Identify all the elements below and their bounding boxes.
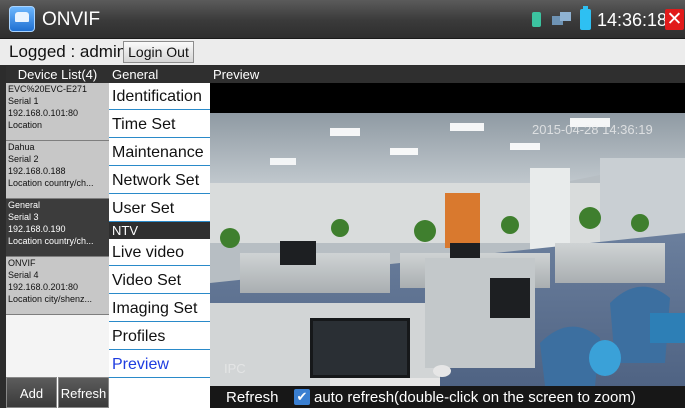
device-item[interactable]: EVC%20EVC-E271 Serial 1 192.168.0.101:80… xyxy=(6,83,109,141)
title-bar: ONVIF 14:36:18 ✕ xyxy=(0,0,685,39)
device-address: 192.168.0.201:80 xyxy=(8,282,79,292)
auto-refresh-label: auto refresh(double-click on the screen … xyxy=(314,389,636,406)
menu-item-network-set[interactable]: Network Set xyxy=(109,167,210,194)
camera-watermark: IPC xyxy=(224,361,246,376)
menu-header-ntv: NTV xyxy=(109,222,210,239)
refresh-preview-button[interactable]: Refresh xyxy=(226,388,279,408)
camera-feed-image xyxy=(210,113,685,386)
menu-item-preview[interactable]: Preview xyxy=(109,351,210,378)
device-serial: Serial 1 xyxy=(8,96,39,106)
close-icon[interactable]: ✕ xyxy=(665,9,684,30)
device-serial: Serial 3 xyxy=(8,212,39,222)
menu-item-video-set[interactable]: Video Set xyxy=(109,267,210,294)
camera-timestamp: 2015-04-28 14:36:19 xyxy=(532,122,653,137)
device-item-selected[interactable]: General Serial 3 192.168.0.190 Location … xyxy=(6,199,109,257)
device-list: EVC%20EVC-E271 Serial 1 192.168.0.101:80… xyxy=(6,83,109,377)
menu-header-general: General xyxy=(109,66,210,83)
device-location: Location city/shenz... xyxy=(8,294,93,304)
battery-icon xyxy=(580,6,591,30)
device-serial: Serial 2 xyxy=(8,154,39,164)
login-bar: Logged : admin Login Out xyxy=(0,39,685,65)
add-device-button[interactable]: Add xyxy=(6,377,57,408)
refresh-devices-button[interactable]: Refresh xyxy=(58,377,109,408)
device-list-actions: Add Refresh xyxy=(6,377,109,408)
menu-item-imaging-set[interactable]: Imaging Set xyxy=(109,295,210,322)
device-location: Location country/ch... xyxy=(8,178,94,188)
login-out-button[interactable]: Login Out xyxy=(123,41,194,63)
preview-header: Preview xyxy=(210,66,685,83)
device-address: 192.168.0.188 xyxy=(8,166,66,176)
network-icon xyxy=(552,12,572,26)
device-location: Location xyxy=(8,120,43,130)
device-name: General xyxy=(8,200,41,210)
device-item[interactable]: ONVIF Serial 4 192.168.0.201:80 Location… xyxy=(6,257,109,315)
menu-item-user-set[interactable]: User Set xyxy=(109,195,210,222)
device-location: Location country/ch... xyxy=(8,236,94,246)
menu-item-maintenance[interactable]: Maintenance xyxy=(109,139,210,166)
preview-video-area[interactable]: 2015-04-28 14:36:19 IPC xyxy=(210,83,685,386)
signal-icon xyxy=(532,12,541,27)
login-status-text: Logged : admin xyxy=(9,42,127,61)
preview-controls: Refresh ✔ auto refresh(double-click on t… xyxy=(210,386,685,408)
device-item[interactable]: Dahua Serial 2 192.168.0.188 Location co… xyxy=(6,141,109,199)
status-clock: 14:36:18 xyxy=(597,10,668,30)
device-address: 192.168.0.101:80 xyxy=(8,108,79,118)
menu-item-identification[interactable]: Identification xyxy=(109,83,210,110)
menu-item-live-video[interactable]: Live video xyxy=(109,239,210,266)
device-serial: Serial 4 xyxy=(8,270,39,280)
menu-item-time-set[interactable]: Time Set xyxy=(109,111,210,138)
device-list-header: Device List(4) xyxy=(6,66,109,83)
app-title: ONVIF xyxy=(42,9,101,30)
device-name: ONVIF xyxy=(8,258,36,268)
device-name: Dahua xyxy=(8,142,35,152)
device-address: 192.168.0.190 xyxy=(8,224,66,234)
device-name: EVC%20EVC-E271 xyxy=(8,84,88,94)
auto-refresh-checkbox[interactable]: ✔ xyxy=(294,389,310,405)
settings-menu: General Identification Time Set Maintena… xyxy=(109,66,210,408)
onvif-app-icon xyxy=(9,6,35,32)
menu-item-profiles[interactable]: Profiles xyxy=(109,323,210,350)
